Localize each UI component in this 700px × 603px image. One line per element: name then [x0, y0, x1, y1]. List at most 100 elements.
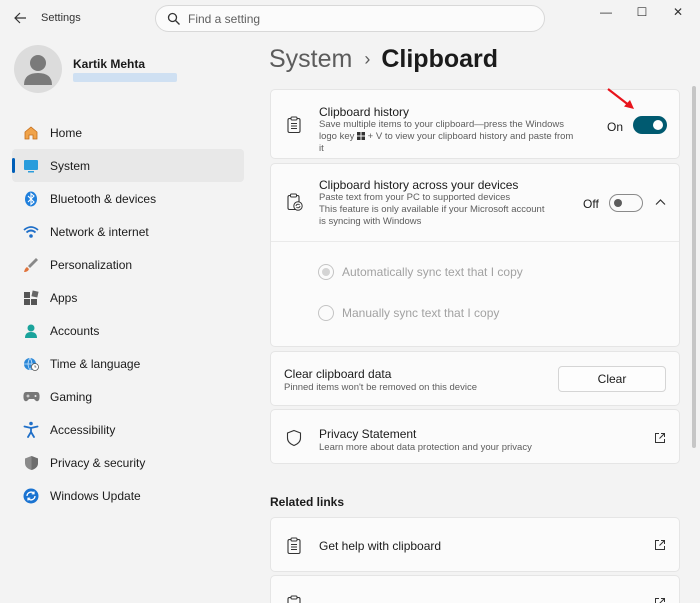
brush-icon [22, 256, 40, 274]
clear-clipboard-title: Clear clipboard data [284, 367, 392, 381]
sidebar-item-system[interactable]: System [12, 149, 244, 182]
external-link-icon [655, 598, 665, 603]
app-title: Settings [41, 12, 81, 24]
sidebar-item-label: Bluetooth & devices [50, 191, 157, 206]
clear-button[interactable]: Clear [558, 366, 666, 392]
user-icon [24, 55, 52, 85]
close-button[interactable]: ✕ [661, 2, 695, 22]
divider [271, 241, 679, 242]
clipboard-list-icon [287, 116, 301, 134]
sidebar-item-home[interactable]: Home [12, 116, 244, 149]
wifi-icon [22, 223, 40, 241]
sidebar-item-network[interactable]: Network & internet [12, 215, 244, 248]
radio-auto-sync[interactable]: Automatically sync text that I copy [318, 264, 523, 280]
clipboard-sync-title: Clipboard history across your devices [319, 178, 519, 192]
desc-text: logo key [319, 131, 358, 142]
sidebar-item-personalization[interactable]: Personalization [12, 248, 244, 281]
desc-line: Save multiple items to your clipboard—pr… [319, 119, 564, 130]
radio-button-icon [318, 305, 334, 321]
desc-line: it [319, 143, 324, 154]
annotation-arrow-icon [607, 88, 634, 109]
back-button[interactable] [9, 9, 31, 27]
sidebar-nav: Home System Bluetooth & devices Network … [12, 116, 244, 512]
clipboard-sync-toggle[interactable] [609, 194, 643, 212]
clipboard-list-icon [287, 537, 301, 555]
toggle-knob [653, 120, 663, 130]
toggle-state-label: Off [583, 197, 599, 211]
privacy-statement-desc: Learn more about data protection and you… [319, 442, 532, 453]
sidebar-item-label: Personalization [50, 257, 133, 272]
shield-icon [22, 454, 40, 472]
clear-clipboard-desc: Pinned items won't be removed on this de… [284, 382, 477, 393]
user-name: Kartik Mehta [73, 57, 146, 71]
system-icon [22, 157, 40, 175]
home-icon [22, 124, 40, 142]
sidebar-item-label: Apps [50, 290, 78, 305]
search-input[interactable] [188, 9, 528, 29]
sidebar-item-label: Windows Update [50, 488, 141, 503]
sidebar-item-label: Time & language [50, 356, 141, 371]
update-icon [22, 487, 40, 505]
related-links-heading: Related links [270, 495, 345, 509]
clipboard-sync-desc: Paste text from your PC to supported dev… [319, 192, 544, 228]
minimize-button[interactable]: — [589, 2, 623, 22]
page-title: Clipboard [381, 45, 499, 73]
desc-line: logo key + V to view your clipboard hist… [319, 131, 573, 143]
chevron-up-icon[interactable] [655, 198, 666, 206]
sidebar-item-label: System [50, 158, 91, 173]
apps-icon [22, 289, 40, 307]
desc-text: + V to view your clipboard history and p… [365, 131, 574, 142]
user-email-redacted [73, 73, 177, 82]
accounts-icon [22, 322, 40, 340]
privacy-statement-title: Privacy Statement [319, 427, 417, 441]
breadcrumb: System › Clipboard [269, 45, 498, 74]
scrollbar-thumb[interactable] [692, 86, 696, 448]
radio-label: Manually sync text that I copy [342, 306, 500, 320]
sidebar-item-privacy[interactable]: Privacy & security [12, 446, 244, 479]
related-link-card-partial[interactable] [270, 575, 680, 603]
sidebar-item-accounts[interactable]: Accounts [12, 314, 244, 347]
desc-line: This feature is only available if your M… [319, 204, 545, 215]
sidebar-item-gaming[interactable]: Gaming [12, 380, 244, 413]
sidebar-item-apps[interactable]: Apps [12, 281, 244, 314]
gamepad-icon [22, 388, 40, 406]
desc-line: Paste text from your PC to supported dev… [319, 192, 511, 203]
windows-logo-icon [357, 132, 366, 140]
maximize-button[interactable]: ☐ [625, 2, 659, 22]
clipboard-sync-icon [287, 193, 303, 211]
sidebar-item-label: Gaming [50, 389, 93, 404]
shield-outline-icon [286, 429, 302, 447]
sidebar-item-label: Accessibility [50, 422, 116, 437]
clipboard-history-toggle[interactable] [633, 116, 667, 134]
privacy-statement-card[interactable]: Privacy Statement Learn more about data … [270, 409, 680, 464]
clipboard-list-icon [287, 595, 301, 603]
radio-label: Automatically sync text that I copy [342, 265, 523, 279]
accessibility-icon [22, 421, 40, 439]
search-box[interactable] [155, 5, 545, 32]
desc-line: is syncing with Windows [319, 216, 422, 227]
sidebar-item-windows-update[interactable]: Windows Update [12, 479, 244, 512]
breadcrumb-parent[interactable]: System [269, 45, 352, 74]
sidebar-item-label: Accounts [50, 323, 100, 338]
related-link-get-help[interactable]: Get help with clipboard [270, 517, 680, 572]
sidebar-item-time-language[interactable]: Time & language [12, 347, 244, 380]
title-bar: Settings — ☐ ✕ [0, 0, 700, 36]
sidebar-item-label: Privacy & security [50, 455, 146, 470]
search-icon [167, 12, 180, 25]
back-arrow-icon [13, 12, 26, 24]
sidebar-item-label: Home [50, 125, 83, 140]
clipboard-history-title: Clipboard history [319, 105, 410, 119]
toggle-state-label: On [607, 120, 624, 134]
sidebar-item-accessibility[interactable]: Accessibility [12, 413, 244, 446]
radio-manual-sync[interactable]: Manually sync text that I copy [318, 305, 499, 321]
toggle-knob [614, 199, 622, 207]
related-link-label: Get help with clipboard [319, 539, 442, 553]
sidebar-item-label: Network & internet [50, 224, 149, 239]
clipboard-history-desc: Save multiple items to your clipboard—pr… [319, 119, 573, 155]
sidebar-item-bluetooth[interactable]: Bluetooth & devices [12, 182, 244, 215]
radio-button-icon [318, 264, 334, 280]
avatar[interactable] [14, 45, 62, 93]
globe-clock-icon [22, 355, 40, 373]
bluetooth-icon [22, 190, 40, 208]
external-link-icon [655, 433, 665, 443]
